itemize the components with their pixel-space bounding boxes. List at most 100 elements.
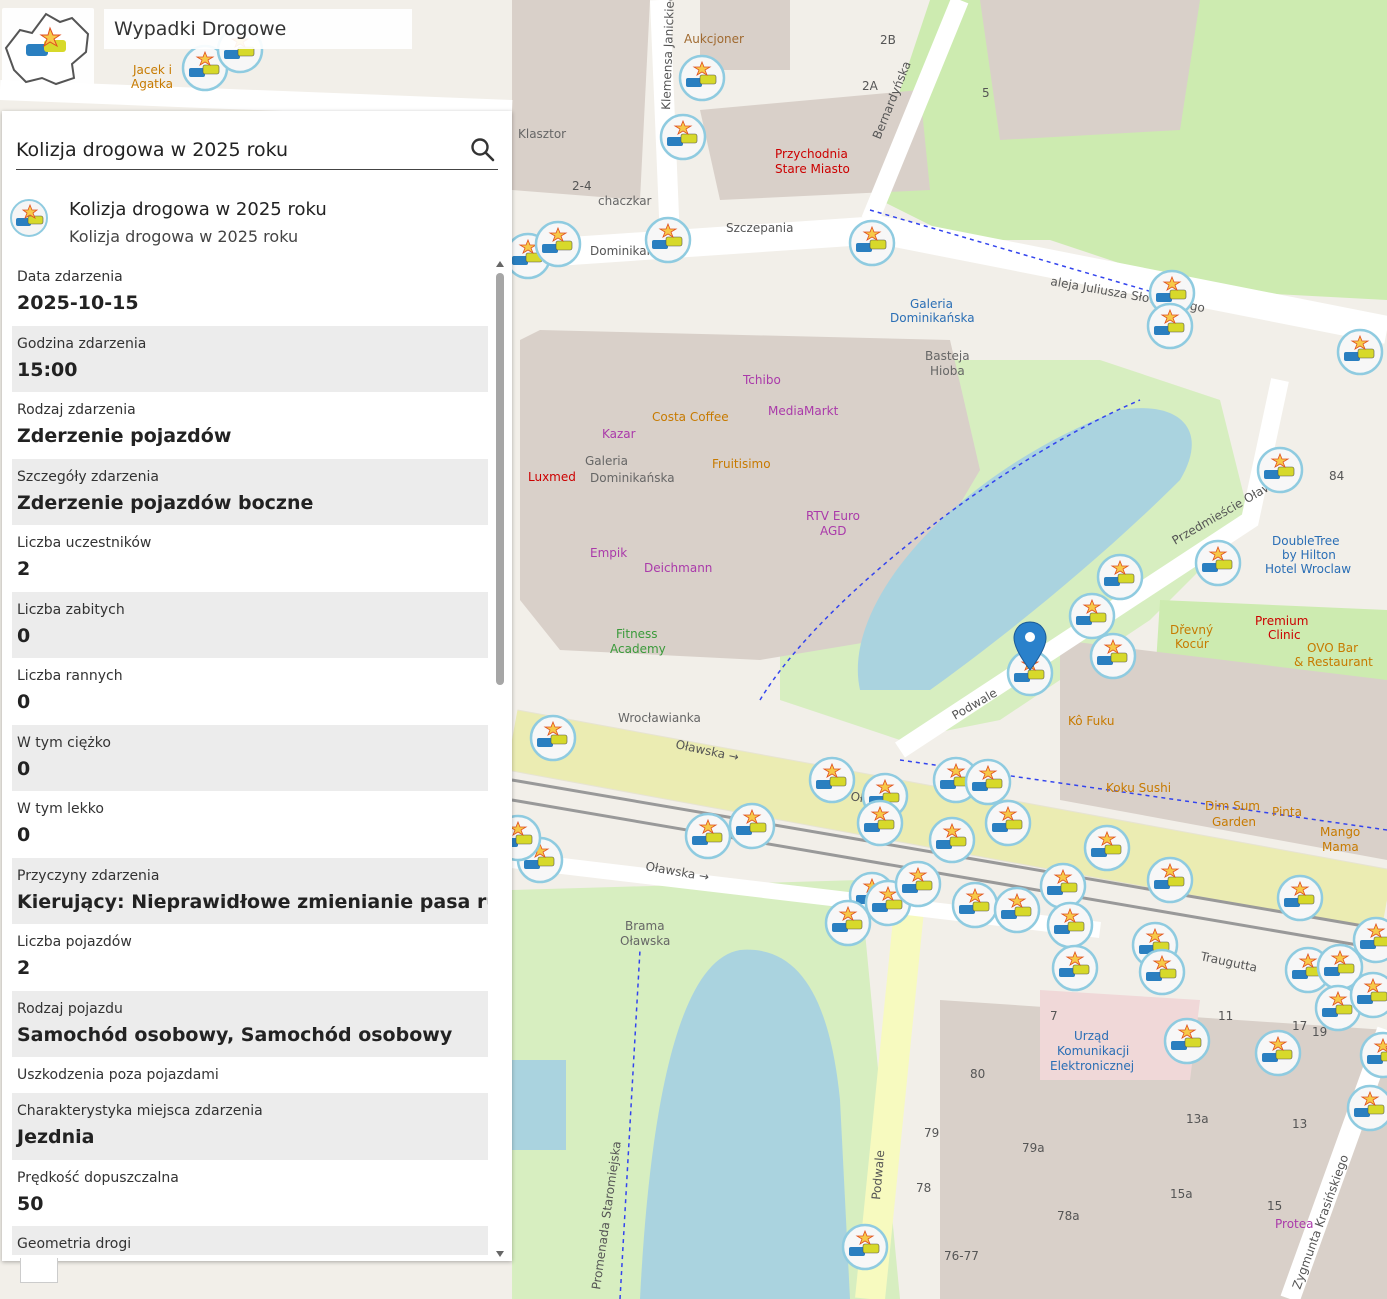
field-label: Geometria drogi <box>17 1236 132 1252</box>
accident-marker-icon[interactable] <box>1039 862 1087 910</box>
field-liczba-zabitych: Liczba zabitych 0 <box>12 591 488 658</box>
search-box[interactable]: Kolizja drogowa w 2025 roku <box>16 133 498 170</box>
accident-marker-icon[interactable] <box>928 816 976 864</box>
svg-text:Protea: Protea <box>1275 1217 1313 1231</box>
accident-marker-icon[interactable] <box>659 113 707 161</box>
accident-marker-icon[interactable] <box>1146 302 1194 350</box>
svg-text:15: 15 <box>1267 1199 1282 1213</box>
svg-text:Aukcjoner: Aukcjoner <box>684 32 744 46</box>
details-scrollbar[interactable] <box>494 257 506 1257</box>
scroll-down-arrow-icon[interactable] <box>496 1251 504 1257</box>
accident-marker-icon[interactable] <box>644 216 692 264</box>
accident-marker-icon[interactable] <box>1096 553 1144 601</box>
accident-marker-icon[interactable] <box>1146 856 1194 904</box>
accident-marker-icon[interactable] <box>529 714 577 762</box>
svg-text:Pinta: Pinta <box>1272 805 1302 819</box>
field-value: Kierujący: Nieprawidłowe zmienianie pasa… <box>17 890 488 913</box>
field-label: Liczba uczestników <box>17 535 152 551</box>
collision-icon <box>10 199 48 237</box>
svg-text:2-4: 2-4 <box>572 179 592 193</box>
accident-marker-icon[interactable] <box>1276 874 1324 922</box>
svg-text:Tchibo: Tchibo <box>742 373 781 387</box>
svg-text:DoubleTree: DoubleTree <box>1272 534 1340 548</box>
svg-text:OVO Bar: OVO Bar <box>1307 641 1358 655</box>
accident-marker-icon[interactable] <box>993 886 1041 934</box>
field-przyczyny-zdarzenia: Przyczyny zdarzenia Kierujący: Nieprawid… <box>12 857 488 924</box>
accident-marker-icon[interactable] <box>1051 944 1099 992</box>
accident-marker-icon[interactable] <box>1083 824 1131 872</box>
field-value: Zderzenie pojazdów <box>17 425 232 447</box>
accident-marker-icon[interactable] <box>534 220 582 268</box>
field-value: Zderzenie pojazdów boczne <box>17 491 314 514</box>
svg-text:7: 7 <box>1050 1009 1058 1023</box>
accident-marker-icon[interactable] <box>1256 446 1304 494</box>
app-logo[interactable] <box>2 8 94 90</box>
svg-text:Costa Coffee: Costa Coffee <box>652 410 729 424</box>
field-label: Godzina zdarzenia <box>17 335 147 352</box>
svg-text:Galeria: Galeria <box>910 297 953 311</box>
accident-marker-icon[interactable] <box>1194 539 1242 587</box>
search-icon[interactable] <box>470 137 496 163</box>
svg-text:& Restaurant: & Restaurant <box>1294 655 1373 669</box>
field-label: Liczba rannych <box>17 668 123 684</box>
accident-marker-icon[interactable] <box>684 812 732 860</box>
accident-marker-icon[interactable] <box>824 899 872 947</box>
accident-marker-icon[interactable] <box>728 802 776 850</box>
accident-marker-icon[interactable] <box>1349 971 1387 1019</box>
map-control[interactable] <box>20 1258 58 1283</box>
scrollbar-thumb[interactable] <box>496 273 504 685</box>
field-value: 0 <box>17 624 31 647</box>
field-rodzaj-pojazdu: Rodzaj pojazdu Samochód osobowy, Samochó… <box>12 990 488 1057</box>
field-value: Jezdnia <box>17 1126 95 1148</box>
accident-marker-icon[interactable] <box>856 799 904 847</box>
accident-marker-icon[interactable] <box>808 756 856 804</box>
svg-text:Fitness: Fitness <box>616 627 658 641</box>
logo-map-icon <box>4 12 90 86</box>
field-godzina-zdarzenia: Godzina zdarzenia 15:00 <box>12 325 488 392</box>
accident-marker-icon[interactable] <box>1138 948 1186 996</box>
accident-marker-icon[interactable] <box>1046 901 1094 949</box>
svg-text:Garden: Garden <box>1212 815 1256 829</box>
accident-marker-icon[interactable] <box>848 219 896 267</box>
accident-details-panel: Kolizja drogowa w 2025 roku Kolizja drog… <box>2 111 512 1261</box>
svg-text:80: 80 <box>970 1067 985 1081</box>
svg-text:Urząd: Urząd <box>1074 1029 1109 1043</box>
accident-marker-icon[interactable] <box>1352 916 1387 964</box>
svg-text:Koku Sushi: Koku Sushi <box>1106 781 1171 795</box>
accident-marker-icon[interactable] <box>951 881 999 929</box>
svg-text:78: 78 <box>916 1181 931 1195</box>
field-label: Rodzaj pojazdu <box>17 1000 123 1017</box>
app-title: Wypadki Drogowe <box>104 9 412 49</box>
result-header[interactable]: Kolizja drogowa w 2025 roku Kolizja drog… <box>10 197 490 253</box>
field-predkosc-dopuszczalna: Prędkość dopuszczalna 50 <box>12 1160 488 1227</box>
svg-text:Empik: Empik <box>590 546 627 560</box>
field-value: 50 <box>17 1192 44 1215</box>
scroll-up-arrow-icon[interactable] <box>496 261 504 267</box>
accident-marker-icon[interactable] <box>841 1223 889 1271</box>
accident-marker-icon[interactable] <box>1336 328 1384 376</box>
svg-text:Agatka: Agatka <box>131 77 173 91</box>
field-value: Samochód osobowy, Samochód osobowy <box>17 1023 453 1046</box>
svg-text:76-77: 76-77 <box>944 1249 979 1263</box>
accident-marker-icon[interactable] <box>1346 1084 1387 1132</box>
accident-marker-icon[interactable] <box>984 799 1032 847</box>
accident-marker-icon[interactable] <box>964 758 1012 806</box>
accident-marker-icon[interactable] <box>1163 1017 1211 1065</box>
accident-marker-icon[interactable] <box>678 54 726 102</box>
accident-marker-icon[interactable] <box>1089 632 1137 680</box>
svg-text:Klasztor: Klasztor <box>518 127 566 141</box>
svg-text:AGD: AGD <box>820 524 847 538</box>
accident-marker-icon[interactable] <box>1254 1029 1302 1077</box>
svg-text:84: 84 <box>1329 469 1344 483</box>
accident-marker-icon[interactable] <box>894 860 942 908</box>
svg-text:by Hilton: by Hilton <box>1282 548 1336 562</box>
search-input[interactable]: Kolizja drogowa w 2025 roku <box>16 139 288 161</box>
field-label: Uszkodzenia poza pojazdami <box>17 1067 219 1083</box>
svg-text:Szczepania: Szczepania <box>726 221 793 235</box>
svg-text:Stare Miasto: Stare Miasto <box>775 162 850 176</box>
accident-marker-icon[interactable] <box>1068 592 1116 640</box>
svg-text:Przychodnia: Przychodnia <box>775 147 848 161</box>
svg-text:Kazar: Kazar <box>602 427 636 441</box>
svg-text:17: 17 <box>1292 1019 1307 1033</box>
svg-text:Basteja: Basteja <box>925 349 970 363</box>
